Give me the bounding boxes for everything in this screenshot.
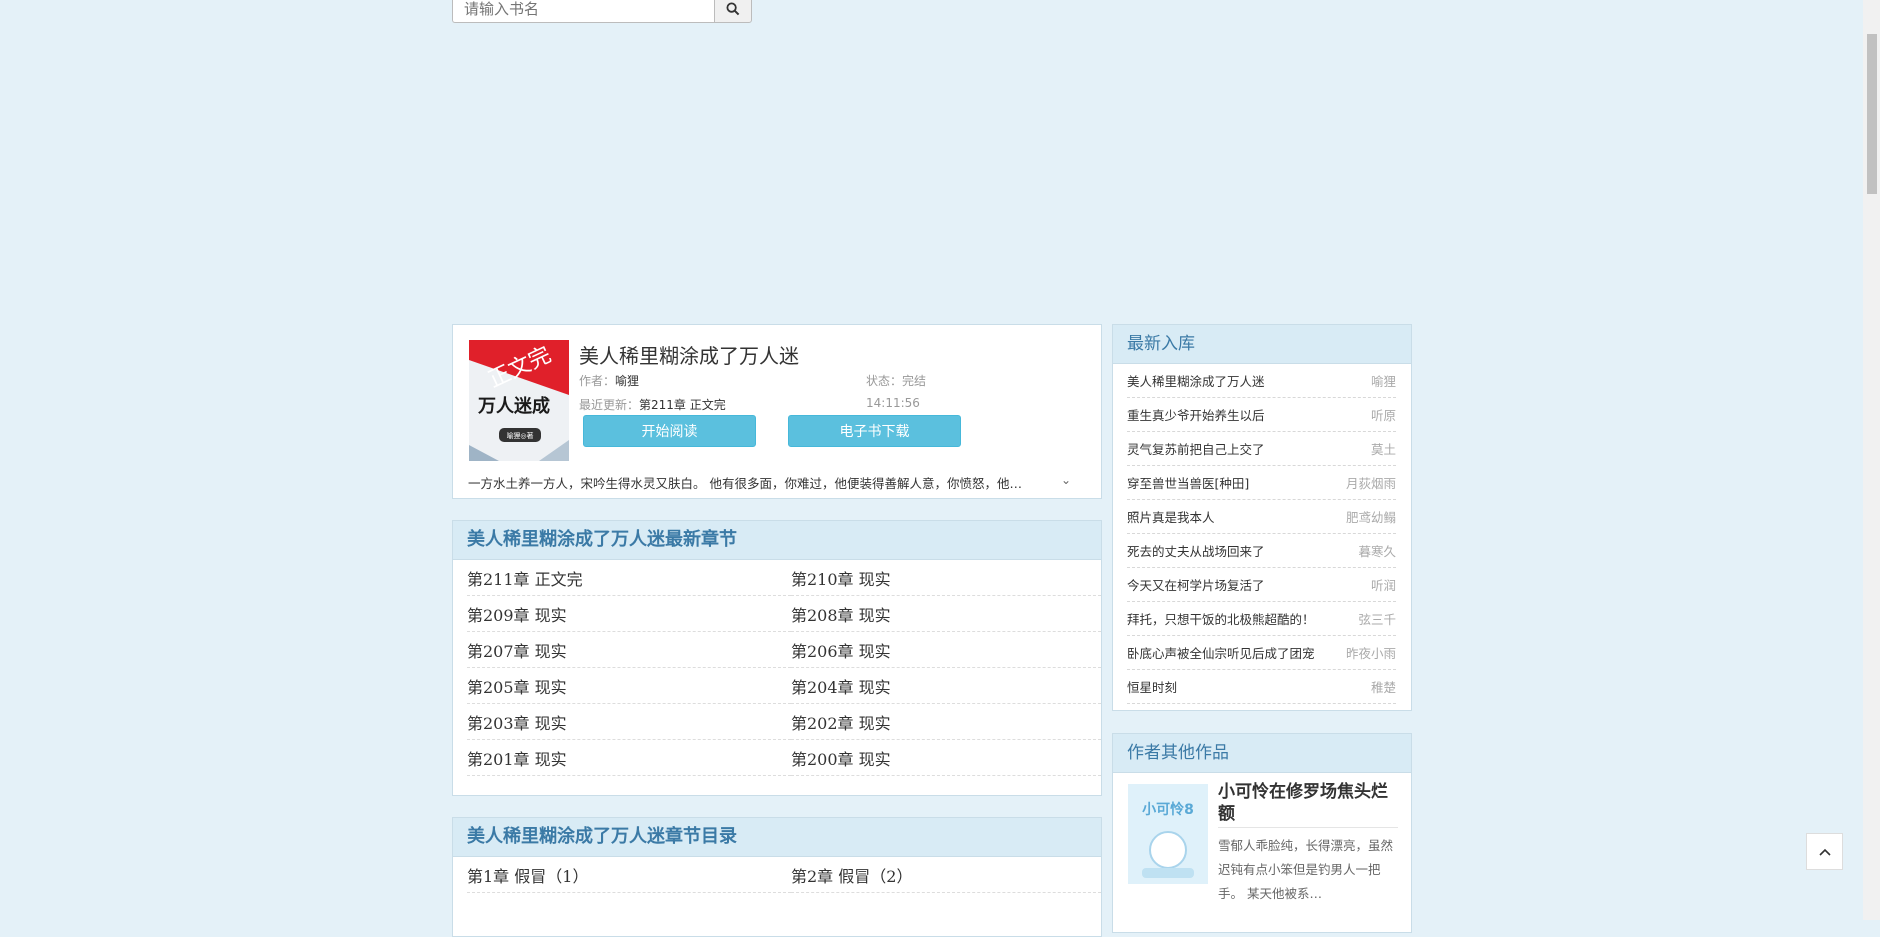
book-title-link[interactable]: 重生真少爷开始养生以后 (1127, 398, 1265, 431)
chapter-link[interactable]: 第211章 正文完 (467, 560, 791, 596)
search-input[interactable] (452, 0, 714, 23)
chevron-up-icon (1818, 848, 1831, 856)
catalog-chapter-list: 第1章 假冒（1） 第2章 假冒（2） (453, 857, 1101, 893)
book-title-link[interactable]: 穿至兽世当兽医[种田] (1127, 466, 1249, 499)
other-work-description: 雪郁人乖脸纯，长得漂亮，虽然迟钝有点小笨但是钓男人一把手。 某天他被系… (1218, 838, 1394, 901)
cover-art: 正文完 万人迷成 喻狸◎著 (469, 340, 569, 461)
author-name[interactable]: 喻狸 (615, 374, 639, 388)
book-title: 美人稀里糊涂成了万人迷 (579, 344, 799, 368)
chapter-link[interactable]: 第203章 现实 (467, 704, 791, 740)
book-author: 暮寒久 (1358, 544, 1396, 559)
book-cover[interactable]: 正文完 万人迷成 喻狸◎著 (469, 340, 569, 461)
chapter-link[interactable]: 第205章 现实 (467, 668, 791, 704)
latest-update-line: 最近更新：第211章 正文完 (579, 396, 726, 413)
start-reading-button[interactable]: 开始阅读 (583, 415, 756, 447)
scrollbar-thumb[interactable] (1867, 34, 1877, 194)
expand-intro-chevron-icon[interactable]: ⌄ (1061, 473, 1071, 487)
ebook-download-button[interactable]: 电子书下载 (788, 415, 961, 447)
chapter-link[interactable]: 第202章 现实 (791, 704, 1101, 740)
book-title-link[interactable]: 美人稀里糊涂成了万人迷 (1127, 364, 1265, 397)
list-item[interactable]: 穿至兽世当兽医[种田] 月荻烟雨 (1127, 466, 1396, 500)
book-author: 莫土 (1370, 442, 1396, 457)
latest-chapters-heading: 美人稀里糊涂成了万人迷最新章节 (453, 521, 1101, 560)
book-author: 喻狸 (1370, 374, 1396, 389)
latest-chapter-list: 第211章 正文完 第210章 现实 第209章 现实 第208章 现实 第20… (453, 560, 1101, 776)
new-books-heading: 最新入库 (1113, 325, 1411, 364)
book-intro: 一方水土养一方人，宋吟生得水灵又肤白。 他有很多面，你难过，他便装得善解人意，你… (468, 476, 1028, 491)
book-title-link[interactable]: 死去的丈夫从战场回来了 (1127, 534, 1265, 567)
search-button[interactable] (714, 0, 752, 23)
chapter-link[interactable]: 第206章 现实 (791, 632, 1101, 668)
book-info-panel: 正文完 万人迷成 喻狸◎著 美人稀里糊涂成了万人迷 作者：喻狸 状态：完结 最近… (452, 324, 1102, 499)
status-line: 状态：完结 (866, 372, 926, 389)
other-cover-text: 小可怜8 (1142, 801, 1194, 818)
book-title-link[interactable]: 恒星时刻 (1127, 670, 1177, 703)
cover-main-text: 万人迷成 (477, 395, 550, 417)
book-title-link[interactable]: 今天又在柯学片场复活了 (1127, 568, 1265, 601)
new-books-list: 美人稀里糊涂成了万人迷 喻狸 重生真少爷开始养生以后 听原 灵气复苏前把自己上交了 莫… (1113, 364, 1411, 704)
book-author: 听润 (1370, 578, 1396, 593)
list-item[interactable]: 灵气复苏前把自己上交了 莫土 (1127, 432, 1396, 466)
list-item[interactable]: 照片真是我本人 肥鸢幼鳎 (1127, 500, 1396, 534)
book-author: 昨夜小雨 (1345, 646, 1396, 661)
list-item[interactable]: 恒星时刻 稚楚 (1127, 670, 1396, 704)
book-author: 月荻烟雨 (1345, 476, 1396, 491)
chapter-catalog-heading: 美人稀里糊涂成了万人迷章节目录 (453, 818, 1101, 857)
book-author: 肥鸢幼鳎 (1345, 510, 1396, 525)
chapter-link[interactable]: 第1章 假冒（1） (467, 857, 791, 893)
search-bar (452, 0, 752, 23)
other-work-cover[interactable]: 小可怜8 (1128, 784, 1208, 884)
author-line: 作者：喻狸 (579, 372, 639, 389)
author-label: 作者： (579, 374, 616, 388)
other-work-title[interactable]: 小可怜在修罗场焦头烂额 (1218, 781, 1398, 828)
status-value: 完结 (902, 374, 927, 388)
list-item[interactable]: 拜托，只想干饭的北极熊超酷的！ 弦三千 (1127, 602, 1396, 636)
chapter-catalog-panel: 美人稀里糊涂成了万人迷章节目录 第1章 假冒（1） 第2章 假冒（2） (452, 817, 1102, 937)
new-books-panel: 最新入库 美人稀里糊涂成了万人迷 喻狸 重生真少爷开始养生以后 听原 灵气复苏前把自… (1112, 324, 1412, 711)
chapter-link[interactable]: 第210章 现实 (791, 560, 1101, 596)
page-scrollbar[interactable] (1863, 0, 1880, 920)
chapter-link[interactable]: 第208章 现实 (791, 596, 1101, 632)
list-item[interactable]: 美人稀里糊涂成了万人迷 喻狸 (1127, 364, 1396, 398)
other-cover-art: 小可怜8 (1128, 784, 1208, 884)
update-label: 最近更新： (579, 398, 640, 412)
back-to-top-button[interactable] (1806, 833, 1843, 870)
chapter-link[interactable]: 第2章 假冒（2） (791, 857, 1101, 893)
book-title-link[interactable]: 灵气复苏前把自己上交了 (1127, 432, 1265, 465)
book-author: 稚楚 (1370, 680, 1396, 695)
book-author: 弦三千 (1358, 612, 1396, 627)
book-author: 听原 (1370, 408, 1396, 423)
book-title-link[interactable]: 拜托，只想干饭的北极熊超酷的！ (1127, 602, 1315, 635)
other-works-heading: 作者其他作品 (1113, 734, 1411, 773)
latest-chapters-panel: 美人稀里糊涂成了万人迷最新章节 第211章 正文完 第210章 现实 第209章… (452, 520, 1102, 796)
latest-chapter-link[interactable]: 第211章 正文完 (639, 398, 726, 412)
list-item[interactable]: 卧底心声被全仙宗听见后成了团宠 昨夜小雨 (1127, 636, 1396, 670)
list-item[interactable]: 今天又在柯学片场复活了 听润 (1127, 568, 1396, 602)
list-item[interactable]: 死去的丈夫从战场回来了 暮寒久 (1127, 534, 1396, 568)
chapter-link[interactable]: 第201章 现实 (467, 740, 791, 776)
list-item[interactable]: 重生真少爷开始养生以后 听原 (1127, 398, 1396, 432)
status-label: 状态： (866, 374, 903, 388)
cover-author-text: 喻狸◎著 (506, 431, 533, 440)
chapter-link[interactable]: 第204章 现实 (791, 668, 1101, 704)
book-title-link[interactable]: 照片真是我本人 (1127, 500, 1215, 533)
chapter-link[interactable]: 第200章 现实 (791, 740, 1101, 776)
author-other-works-panel: 作者其他作品 小可怜8 小可怜在修罗场焦头烂额 雪郁人乖脸纯，长得漂亮，虽然迟钝… (1112, 733, 1412, 933)
update-time: 14:11:56 (866, 396, 920, 410)
search-icon (726, 2, 740, 15)
chapter-link[interactable]: 第207章 现实 (467, 632, 791, 668)
chapter-link[interactable]: 第209章 现实 (467, 596, 791, 632)
book-title-link[interactable]: 卧底心声被全仙宗听见后成了团宠 (1127, 636, 1315, 669)
